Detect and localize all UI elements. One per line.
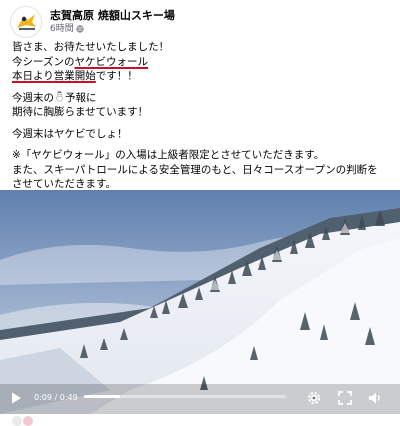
settings-gear-icon[interactable]	[306, 390, 322, 406]
post-footer	[0, 414, 400, 425]
video-player[interactable]: 0:09 / 0:49	[0, 190, 400, 414]
video-frame	[0, 190, 400, 414]
post-text: です！！	[95, 70, 138, 82]
video-time: 0:09 / 0:49	[34, 393, 78, 402]
highlight-open-today: 本日より営業開始	[12, 70, 96, 82]
post-line: 本日より営業開始です！！	[12, 69, 392, 84]
post-text: 今シーズンの	[12, 55, 75, 68]
post-line: ※「ヤケビウォール」の入場は上級者限定とさせていただきます。	[12, 149, 325, 161]
post-body: 皆さま、お待たせいたしました！ 今シーズンのヤケビウォール 本日より営業開始です…	[12, 40, 392, 192]
post-time[interactable]: 6時間	[50, 23, 74, 35]
video-progress-fill	[84, 395, 121, 398]
post-line: 期待に胸膨らませています！	[12, 106, 149, 118]
facebook-post: 志賀高原 焼額山スキー場 6時間 皆さま、お待たせいたしました！ 今シーズンのヤ…	[0, 0, 400, 426]
post-header: 志賀高原 焼額山スキー場 6時間	[10, 6, 175, 38]
post-line: また、スキーパトロールによる安全管理のもと、日々コースオープンの判断を	[12, 163, 378, 176]
volume-icon[interactable]	[367, 390, 383, 406]
post-line: 今シーズンのヤケビウォール	[12, 55, 392, 70]
post-line: 今週末の 予報に	[12, 91, 392, 106]
page-meta: 志賀高原 焼額山スキー場 6時間	[50, 9, 175, 35]
snowman-icon	[56, 91, 63, 102]
post-time-row: 6時間	[50, 23, 175, 35]
highlight-yakebi-wall: ヤケビウォール	[74, 55, 148, 68]
post-text: 予報に	[65, 91, 97, 104]
page-avatar[interactable]	[10, 6, 42, 38]
page-name[interactable]: 志賀高原 焼額山スキー場	[50, 9, 175, 23]
globe-icon	[76, 25, 84, 33]
post-line: 皆さま、お待たせいたしました！	[12, 41, 170, 53]
video-progress-bar[interactable]	[84, 395, 286, 398]
play-icon[interactable]	[9, 391, 23, 405]
fullscreen-icon[interactable]	[337, 390, 353, 406]
post-line: 今週末はヤケビでしょ！	[12, 127, 128, 140]
post-text: 今週末の	[12, 91, 54, 104]
